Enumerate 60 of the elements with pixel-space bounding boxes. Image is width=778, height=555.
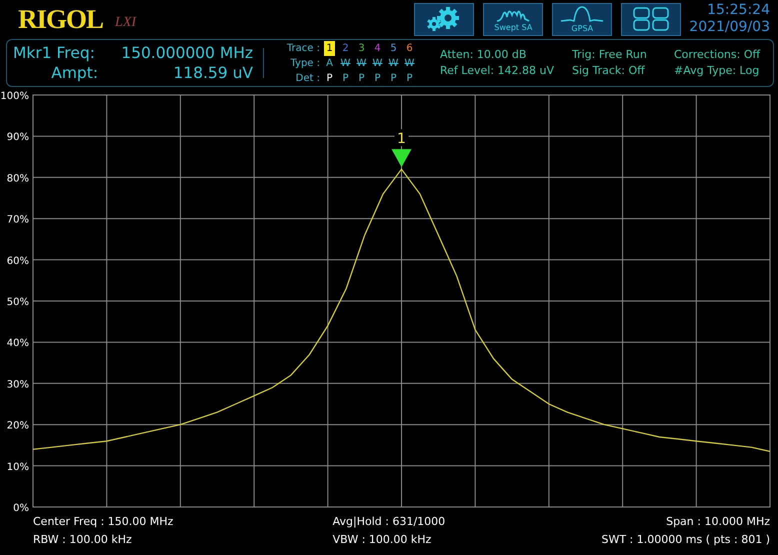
setting-text: Corrections: Off [674,47,760,63]
lxi-label: LXI [115,15,136,31]
trace-selector[interactable]: 4 [372,40,383,56]
marker-icon [392,149,412,168]
marker-freq-value: 150.000000 MHz [120,43,253,63]
trace-selector[interactable]: 6 [404,40,415,56]
trace-type: A [325,56,334,70]
footer-setting: SWT : 1.00000 ms ( pts : 801 ) [600,532,770,548]
trace-selector[interactable]: 2 [340,40,351,56]
layout-button[interactable] [621,2,682,36]
amplitude-value: 118.59 uV [172,63,253,83]
footer-setting: Avg|Hold : 631/1000 [332,514,446,530]
y-tick-label: 0% [13,503,29,513]
y-tick-label: 90% [6,132,29,144]
clock-date: 2021/09/03 [689,19,770,36]
trace-type: W [404,56,415,70]
peak-icon [560,6,604,24]
y-tick-label: 30% [6,379,29,390]
amplitude-label: Ampt: [50,63,98,83]
layout-icon [631,6,672,32]
footer-setting: RBW : 100.00 kHz [33,532,133,548]
y-tick-label: 40% [6,338,29,350]
y-tick-label: 70% [6,214,29,226]
trace-detector: P [357,72,366,86]
mode-button[interactable]: Swept SA [483,2,544,36]
y-tick-label: 100% [0,91,29,102]
trace-selector[interactable]: 5 [388,40,399,56]
y-tick-label: 80% [6,173,29,184]
type-label: Type : [289,56,321,70]
setting-text: Sig Track: Off [572,63,646,79]
trace-selector[interactable]: 1 [324,40,335,56]
trace-type: W [340,56,351,70]
trace-selector[interactable]: 3 [356,40,367,56]
clock-time: 15:25:24 [707,2,770,19]
y-tick-label: 20% [6,420,29,432]
trace-label: Trace : [286,42,321,56]
y-tick-label: 10% [6,462,29,473]
trace-type: W [388,56,399,70]
footer-setting: VBW : 100.00 kHz [332,532,432,548]
trace-detector: P [341,72,350,86]
trace-detector: P [325,72,334,86]
y-tick-label: 50% [6,297,29,308]
footer-setting: Span : 10.000 MHz [665,514,770,530]
marker-label: 1 [397,131,406,148]
y-tick-label: 60% [6,256,29,267]
setting-text: Ref Level: 142.88 uV [440,63,556,79]
setting-text: Trig: Free Run [572,47,648,63]
settings-button[interactable] [414,2,474,36]
footer-setting: Center Freq : 150.00 MHz [33,514,174,530]
trace-type: W [356,56,367,70]
mode-button[interactable]: GPSA [552,2,612,36]
marker-freq-label: Mkr1 Freq: [13,43,96,63]
trace-type: W [372,56,383,70]
trace-detector: P [373,72,382,86]
trace-detector: P [405,72,414,86]
setting-text: Atten: 10.00 dB [440,47,528,63]
trace-detector: P [389,72,398,86]
detector-label: Det : [294,72,321,86]
brand-logo: RIGOL [18,4,104,34]
setting-text: #Avg Type: Log [674,63,760,79]
